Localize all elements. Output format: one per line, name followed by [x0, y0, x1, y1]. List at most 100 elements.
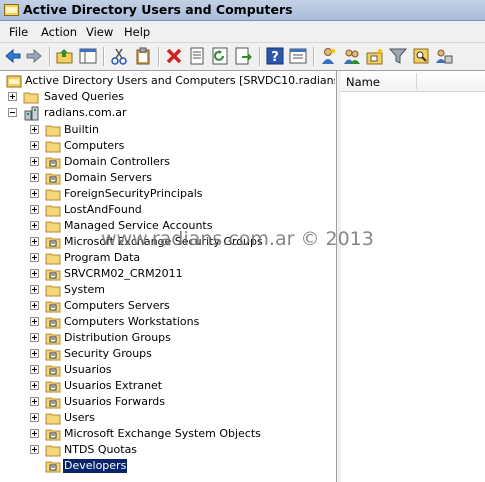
tree-item-label: Usuarios Forwards [64, 395, 165, 408]
tree-item-saved-queries[interactable]: Saved Queries [0, 89, 335, 105]
expand-icon[interactable] [30, 205, 39, 214]
expand-icon[interactable] [30, 269, 39, 278]
toolbar: ? [0, 43, 485, 71]
back-arrow-icon[interactable] [4, 47, 22, 65]
tree-item-label: System [64, 283, 106, 296]
ou-folder-icon [45, 269, 61, 281]
tree-item-label: Computers Workstations [64, 315, 200, 328]
expand-icon[interactable] [30, 189, 39, 198]
delete-icon[interactable] [165, 47, 183, 65]
tree-item-ntds-quotas[interactable]: NTDS Quotas [0, 442, 335, 458]
tree-item-usuarios[interactable]: Usuarios [0, 362, 335, 378]
expand-icon[interactable] [30, 157, 39, 166]
ad-snapin-icon [6, 75, 22, 88]
list-pane[interactable]: Name [341, 71, 485, 482]
tree-item-domain-servers[interactable]: Domain Servers [0, 170, 335, 186]
tree-item-label: LostAndFound [64, 203, 142, 216]
title-bar[interactable]: Active Directory Users and Computers [0, 0, 485, 21]
expand-icon[interactable] [30, 365, 39, 374]
expand-icon[interactable] [30, 397, 39, 406]
expand-icon[interactable] [30, 381, 39, 390]
tree-pane[interactable]: Active Directory Users and Computers [SR… [0, 71, 335, 482]
refresh-icon[interactable] [211, 47, 229, 65]
tree-item-usuarios-extranet[interactable]: Usuarios Extranet [0, 378, 335, 394]
ou-folder-icon [45, 381, 61, 393]
tree-item-system[interactable]: System [0, 282, 335, 298]
ou-folder-icon [45, 429, 61, 441]
ou-folder-icon [45, 301, 61, 313]
ou-folder-icon [45, 173, 61, 185]
find-icon[interactable] [412, 47, 430, 65]
tree-item-label: Usuarios [64, 363, 112, 376]
svg-text:?: ? [271, 50, 279, 65]
tree-item-label: ForeignSecurityPrincipals [64, 187, 203, 200]
tree-item-builtin[interactable]: Builtin [0, 122, 335, 138]
tree-item-label: Program Data [64, 251, 141, 264]
tree-root[interactable]: Active Directory Users and Computers [SR… [0, 73, 335, 89]
expand-icon[interactable] [30, 317, 39, 326]
forward-arrow-icon[interactable] [25, 47, 43, 65]
expand-icon[interactable] [30, 429, 39, 438]
expand-icon[interactable] [30, 445, 39, 454]
tree-item-domain[interactable]: radians.com.ar [0, 105, 335, 121]
ou-folder-icon [45, 461, 61, 473]
tree-item-program-data[interactable]: Program Data [0, 250, 335, 266]
details-icon[interactable] [289, 47, 307, 65]
expand-icon[interactable] [30, 285, 39, 294]
ou-folder-icon [45, 333, 61, 345]
up-folder-icon[interactable] [56, 47, 74, 65]
column-header-name[interactable]: Name [341, 71, 485, 92]
new-ou-icon[interactable] [366, 47, 384, 65]
tree-root-label: Active Directory Users and Computers [SR… [25, 74, 335, 87]
tree-item-computers-servers[interactable]: Computers Servers [0, 298, 335, 314]
expand-icon[interactable] [30, 301, 39, 310]
menu-view[interactable]: View [86, 25, 113, 39]
tree-item-computers-workstations[interactable]: Computers Workstations [0, 314, 335, 330]
properties-icon[interactable] [188, 47, 206, 65]
tree-item-computers[interactable]: Computers [0, 138, 335, 154]
show-tree-icon[interactable] [79, 47, 97, 65]
expand-icon[interactable] [30, 237, 39, 246]
collapse-icon[interactable] [8, 108, 17, 117]
expand-icon[interactable] [30, 333, 39, 342]
window-title: Active Directory Users and Computers [23, 2, 293, 17]
menu-help[interactable]: Help [124, 25, 150, 39]
tree-item-domain-controllers[interactable]: Domain Controllers [0, 154, 335, 170]
tree-item-microsoft-exchange-system-objects[interactable]: Microsoft Exchange System Objects [0, 426, 335, 442]
export-icon[interactable] [234, 47, 252, 65]
tree-item-security-groups[interactable]: Security Groups [0, 346, 335, 362]
tree-item-usuarios-forwards[interactable]: Usuarios Forwards [0, 394, 335, 410]
paste-icon[interactable] [134, 47, 152, 65]
expand-icon[interactable] [30, 125, 39, 134]
tree-item-users[interactable]: Users [0, 410, 335, 426]
expand-icon[interactable] [8, 92, 17, 101]
watermark: www.radians.com.ar © 2013 [101, 228, 374, 250]
expand-icon[interactable] [30, 221, 39, 230]
cut-icon[interactable] [110, 47, 128, 65]
tree-item-developers[interactable]: Developers [0, 458, 335, 474]
help-icon[interactable]: ? [266, 47, 284, 65]
menu-file[interactable]: File [9, 25, 28, 39]
tree-item-foreignsecurityprincipals[interactable]: ForeignSecurityPrincipals [0, 186, 335, 202]
tree-item-distribution-groups[interactable]: Distribution Groups [0, 330, 335, 346]
new-group-icon[interactable] [343, 47, 361, 65]
folder-icon [45, 221, 61, 233]
expand-icon[interactable] [30, 141, 39, 150]
folder-icon [45, 253, 61, 265]
expand-icon[interactable] [30, 253, 39, 262]
ou-folder-icon [45, 397, 61, 409]
expand-icon[interactable] [30, 173, 39, 182]
tree-item-label: Developers [63, 459, 128, 473]
expand-icon[interactable] [30, 413, 39, 422]
delegate-icon[interactable] [435, 47, 453, 65]
menu-action[interactable]: Action [41, 25, 77, 39]
tree-item-srvcrm02-crm2011[interactable]: SRVCRM02_CRM2011 [0, 266, 335, 282]
tree-item-lostandfound[interactable]: LostAndFound [0, 202, 335, 218]
filter-icon[interactable] [389, 47, 407, 65]
expand-icon[interactable] [30, 349, 39, 358]
tree-item-label: Domain Controllers [64, 155, 171, 168]
ou-folder-icon [45, 157, 61, 169]
new-user-icon[interactable] [320, 47, 338, 65]
folder-icon [45, 189, 61, 201]
folder-icon [45, 445, 61, 457]
